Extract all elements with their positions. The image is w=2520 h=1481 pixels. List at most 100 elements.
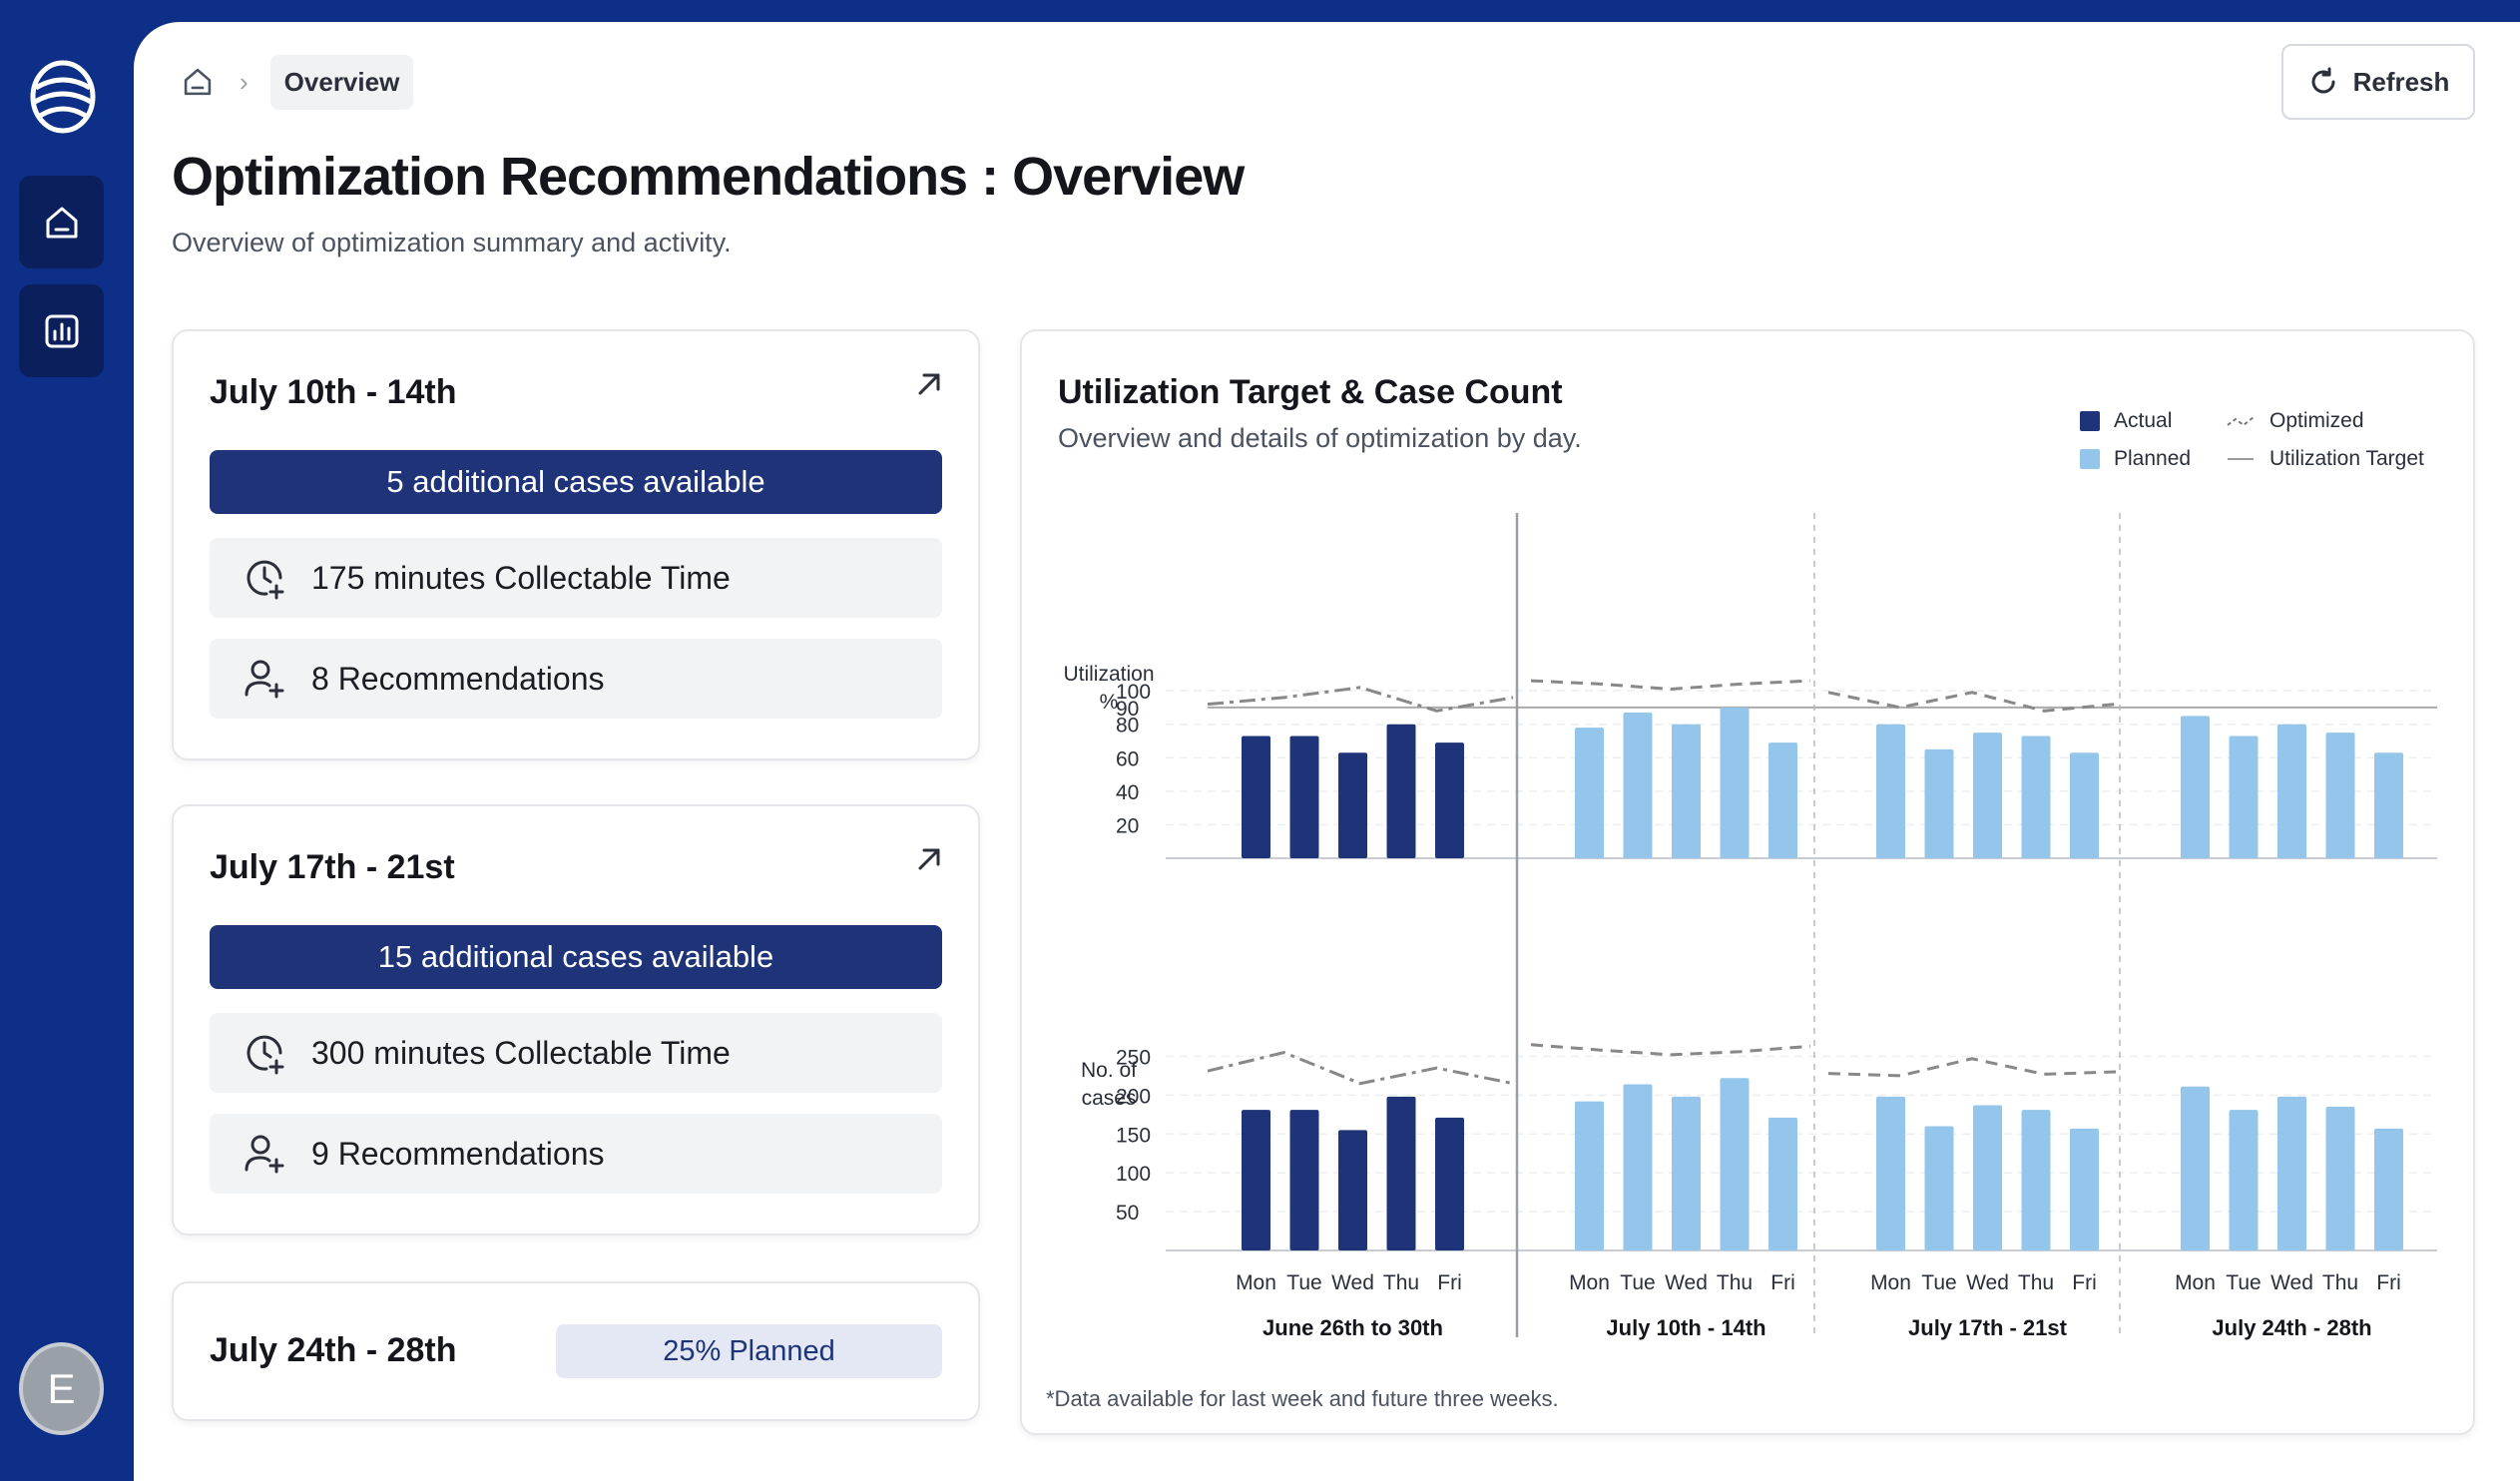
breadcrumb-current[interactable]: Overview [269,54,414,110]
bar [1720,1078,1750,1250]
bar [1623,712,1653,858]
collectable-time-text: 300 minutes Collectable Time [311,1034,731,1071]
utilization-chart-card: 20 40 60 80 90 100 Utilization% 50 100 150 200 250 N… [1020,329,2475,1435]
bar [1924,1126,1954,1250]
x-tick-label: Wed [1665,1271,1708,1294]
arrow-up-right-icon[interactable] [914,369,944,399]
bar [2181,716,2210,858]
x-tick-label: Wed [1966,1271,2009,1294]
chart-icon [45,314,78,347]
bar [2277,1096,2306,1250]
bar [1242,736,1270,858]
y-axis-label: % [1100,691,1119,714]
arrow-up-right-icon[interactable] [914,844,944,874]
bar [2021,736,2051,858]
y-axis-label: No. of [1081,1059,1137,1082]
legend-optimized: Optimized [2226,409,2364,433]
bar [1623,1084,1653,1250]
sidebar-item-reports[interactable] [19,284,104,377]
clock-plus-icon [242,555,287,601]
bar [2277,724,2306,858]
x-tick-label: Mon [2175,1271,2216,1294]
x-tick-label: Tue [1921,1271,1956,1294]
x-tick-label: Thu [1383,1271,1419,1294]
refresh-button[interactable]: Refresh [2281,44,2475,120]
bar [2325,1107,2355,1250]
x-tick-label: Mon [1569,1271,1610,1294]
optimized-line [1207,1051,1514,1086]
legend-actual-label: Actual [2114,409,2173,432]
bar [1973,1105,2002,1250]
x-tick-label: Wed [1331,1271,1374,1294]
y-tick-label: 100 [1116,1163,1151,1186]
x-tick-label: Thu [2322,1271,2358,1294]
bar [1575,728,1604,858]
bar [1924,748,1954,858]
bar [2325,733,2355,858]
x-tick-label: Mon [1870,1271,1911,1294]
bar [1386,1096,1416,1250]
breadcrumb-home[interactable] [178,62,218,102]
bar [1242,1110,1270,1250]
bar [1435,742,1464,858]
bar [1768,742,1797,858]
chevron-right-icon: › [240,66,249,97]
week-group-label: July 24th - 28th [2212,1315,2371,1340]
y-tick-label: 60 [1116,747,1139,770]
avatar[interactable]: E [19,1342,104,1435]
bar [1386,724,1416,858]
x-tick-label: Thu [1717,1271,1753,1294]
target-line-icon [2228,458,2254,460]
chart-subtitle: Overview and details of optimization by … [1058,423,1582,453]
y-tick-label: 40 [1116,781,1139,804]
week-card: July 10th - 14th 5 additional cases avai… [172,329,980,760]
bar [1672,724,1701,858]
bar [2229,1110,2259,1250]
week-card[interactable]: July 24th - 28th 25% Planned [172,1281,980,1421]
week-group-label: June 26th to 30th [1262,1315,1443,1340]
optimized-line [1827,1057,2117,1078]
brand-logo-icon [30,58,96,136]
y-axis-label: cases [1082,1087,1137,1110]
week-group-label: July 10th - 14th [1606,1315,1765,1340]
bar [1289,1110,1319,1250]
y-tick-label: 150 [1116,1124,1151,1147]
legend-planned-label: Planned [2114,447,2192,470]
collectable-time-text: 175 minutes Collectable Time [311,559,731,596]
home-icon [184,68,212,96]
x-tick-label: Fri [2376,1271,2401,1294]
home-icon [46,207,77,238]
bar [1435,1117,1464,1250]
planned-badge: 25% Planned [556,1324,942,1378]
x-tick-label: Thu [2018,1271,2054,1294]
collectable-time-row: 175 minutes Collectable Time [210,538,942,618]
x-tick-label: Mon [1236,1271,1276,1294]
y-tick-label: 20 [1116,814,1139,837]
x-tick-label: Fri [1437,1271,1462,1294]
refresh-icon [2311,67,2335,94]
legend-planned-swatch [2080,449,2100,469]
optimized-line-icon [2227,416,2255,427]
bar [1720,707,1750,858]
additional-cases-banner: 5 additional cases available [210,450,942,514]
recommendations-row: 8 Recommendations [210,639,942,719]
bar [1575,1101,1604,1250]
collectable-time-row: 300 minutes Collectable Time [210,1013,942,1093]
legend-actual: Actual [2080,409,2172,433]
y-tick-label: 50 [1116,1202,1139,1225]
week-card: July 17th - 21st 15 additional cases ava… [172,804,980,1235]
sidebar-item-home[interactable] [19,176,104,268]
chart-title: Utilization Target & Case Count [1058,373,1563,411]
legend-planned: Planned [2080,447,2191,471]
bar [2070,1128,2099,1250]
bar [1338,752,1367,858]
user-plus-icon [242,656,287,702]
week-card-title: July 24th - 28th [210,1331,457,1369]
bar [2070,752,2099,858]
week-card-title: July 17th - 21st [210,848,455,886]
recommendations-text: 8 Recommendations [311,660,605,697]
chart-footnote: *Data available for last week and future… [1046,1386,1559,1411]
x-tick-label: Fri [2072,1271,2097,1294]
legend-target-label: Utilization Target [2269,447,2424,470]
user-plus-icon [242,1131,287,1177]
